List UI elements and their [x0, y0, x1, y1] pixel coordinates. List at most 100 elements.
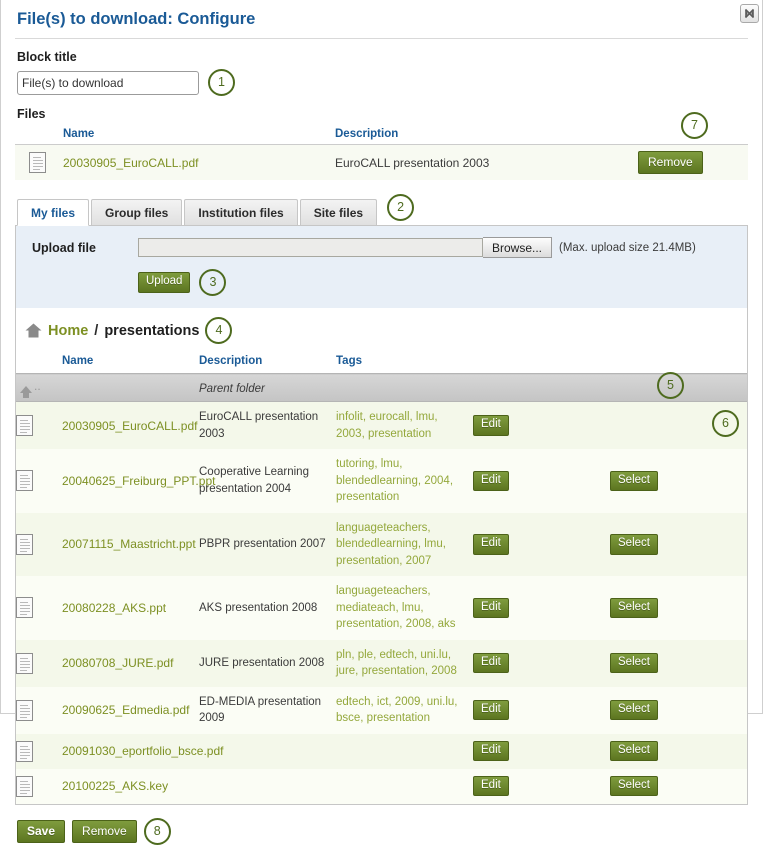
file-name-cell: 20100225_AKS.key [62, 769, 199, 804]
annotation-4: 4 [205, 317, 232, 344]
file-icon [16, 415, 33, 436]
edit-file-button[interactable]: Edit [473, 415, 509, 436]
file-tags: pln, ple, edtech, uni.lu, jure, presenta… [336, 649, 457, 678]
file-name-cell: 20090625_Edmedia.pdf [62, 687, 199, 734]
file-tags-cell: languageteachers, blendedlearning, lmu, … [336, 513, 473, 577]
file-icon-cell [16, 640, 62, 687]
file-tags-cell: pln, ple, edtech, uni.lu, jure, presenta… [336, 640, 473, 687]
annotation-7: 7 [681, 112, 708, 139]
save-button[interactable]: Save [17, 820, 65, 843]
selected-file-link[interactable]: 20030905_EuroCALL.pdf [63, 156, 198, 170]
table-row: 20080228_AKS.pptAKS presentation 2008lan… [16, 576, 747, 640]
file-link[interactable]: 20091030_eportfolio_bsce.pdf [62, 744, 223, 758]
selected-file-description: EuroCALL presentation 2003 [335, 156, 489, 170]
breadcrumb-home-link[interactable]: Home [48, 323, 88, 339]
select-file-button[interactable]: Select [610, 741, 658, 762]
selected-file-name-cell: 20030905_EuroCALL.pdf [63, 145, 335, 181]
annotation-1: 1 [208, 69, 235, 96]
up-arrow-icon: .. [16, 379, 41, 393]
edit-file-button[interactable]: Edit [473, 598, 509, 619]
column-header-icon [15, 126, 63, 145]
remove-button[interactable]: Remove [72, 820, 137, 843]
tab-site-files[interactable]: Site files [300, 199, 377, 225]
file-browser-panel: Upload file Browse... (Max. upload size … [15, 226, 748, 805]
file-icon [16, 653, 33, 674]
file-tags: edtech, ict, 2009, uni.lu, bsce, present… [336, 696, 457, 725]
selected-file-icon-cell [15, 145, 63, 181]
table-row: 20090625_Edmedia.pdf ED-MEDIA presentatio… [16, 687, 747, 734]
annotation-8: 8 [144, 818, 171, 845]
select-file-button[interactable]: Select [610, 471, 658, 492]
file-link[interactable]: 20030905_EuroCALL.pdf [62, 419, 197, 433]
edit-file-button[interactable]: Edit [473, 534, 509, 555]
tab-my-files[interactable]: My files [17, 199, 89, 226]
file-link[interactable]: 20071115_Maastricht.ppt [62, 537, 196, 551]
upload-file-label: Upload file [32, 241, 138, 255]
file-link[interactable]: 20040625_Freiburg_PPT.ppt [62, 474, 215, 488]
max-upload-size-note: (Max. upload size 21.4MB) [559, 242, 696, 254]
file-select-cell: Select [610, 576, 747, 640]
column-header-description: Description [335, 126, 638, 145]
file-link[interactable]: 20100225_AKS.key [62, 779, 168, 793]
edit-file-button[interactable]: Edit [473, 471, 509, 492]
table-row: 20091030_eportfolio_bsce.pdf Edit Select [16, 734, 747, 769]
file-tags-cell [336, 769, 473, 804]
file-edit-cell: Edit [473, 640, 610, 687]
file-edit-cell: Edit [473, 513, 610, 577]
select-file-button[interactable]: Select [610, 598, 658, 619]
file-description: ED-MEDIA presentation 2009 [199, 696, 321, 725]
table-row: 20080708_JURE.pdfJURE presentation 2008p… [16, 640, 747, 687]
file-icon [29, 152, 46, 173]
edit-file-button[interactable]: Edit [473, 741, 509, 762]
file-link[interactable]: 20080228_AKS.ppt [62, 601, 166, 615]
file-edit-cell: Edit [473, 576, 610, 640]
block-title-input[interactable] [17, 71, 199, 95]
select-file-button[interactable]: Select [610, 700, 658, 721]
upload-file-input[interactable] [138, 238, 483, 257]
file-source-tabs: My files Group files Institution files S… [15, 194, 748, 226]
close-button[interactable] [740, 4, 759, 23]
edit-file-button[interactable]: Edit [473, 700, 509, 721]
selected-file-description-cell: EuroCALL presentation 2003 [335, 145, 638, 181]
parent-folder-label: Parent folder [199, 383, 265, 395]
browser-column-name: Name [62, 352, 199, 374]
edit-file-button[interactable]: Edit [473, 776, 509, 797]
file-description-cell: ED-MEDIA presentation 2009 [199, 687, 336, 734]
select-file-button[interactable]: Select [610, 534, 658, 555]
file-link[interactable]: 20080708_JURE.pdf [62, 656, 173, 670]
annotation-5: 5 [657, 372, 684, 399]
browse-button[interactable]: Browse... [483, 237, 552, 258]
file-description: PBPR presentation 2007 [199, 538, 326, 550]
file-tags-cell: edtech, ict, 2009, uni.lu, bsce, present… [336, 687, 473, 734]
annotation-6: 6 [712, 410, 739, 437]
home-icon [25, 323, 42, 338]
file-tags: languageteachers, blendedlearning, lmu, … [336, 522, 446, 567]
file-icon [16, 700, 33, 721]
file-link[interactable]: 20090625_Edmedia.pdf [62, 703, 189, 717]
file-edit-cell: Edit [473, 449, 610, 513]
tab-group-files[interactable]: Group files [91, 199, 182, 225]
parent-folder-edit-cell [473, 374, 610, 402]
file-icon [16, 776, 33, 797]
file-browser-rows: .. Parent folder 20030905_EuroCALL.pdfE [16, 374, 747, 804]
upload-area: Upload file Browse... (Max. upload size … [16, 226, 747, 308]
file-select-cell: Select [610, 449, 747, 513]
file-tags: languageteachers, mediateach, lmu, prese… [336, 585, 456, 630]
file-icon [16, 741, 33, 762]
file-description-cell: PBPR presentation 2007 [199, 513, 336, 577]
annotation-2: 2 [387, 194, 414, 221]
tab-institution-files[interactable]: Institution files [184, 199, 297, 225]
edit-file-button[interactable]: Edit [473, 653, 509, 674]
select-file-button[interactable]: Select [610, 653, 658, 674]
browser-column-select [610, 352, 747, 374]
select-file-button[interactable]: Select [610, 776, 658, 797]
file-icon [16, 470, 33, 491]
remove-file-button[interactable]: Remove [638, 151, 703, 174]
parent-folder-row[interactable]: .. Parent folder [16, 374, 747, 402]
file-icon [16, 597, 33, 618]
table-row: 20071115_Maastricht.pptPBPR presentation… [16, 513, 747, 577]
browser-column-icon [16, 352, 62, 374]
upload-button[interactable]: Upload [138, 272, 190, 293]
file-description-cell: Cooperative Learning presentation 2004 [199, 449, 336, 513]
file-name-cell: 20030905_EuroCALL.pdf [62, 402, 199, 450]
